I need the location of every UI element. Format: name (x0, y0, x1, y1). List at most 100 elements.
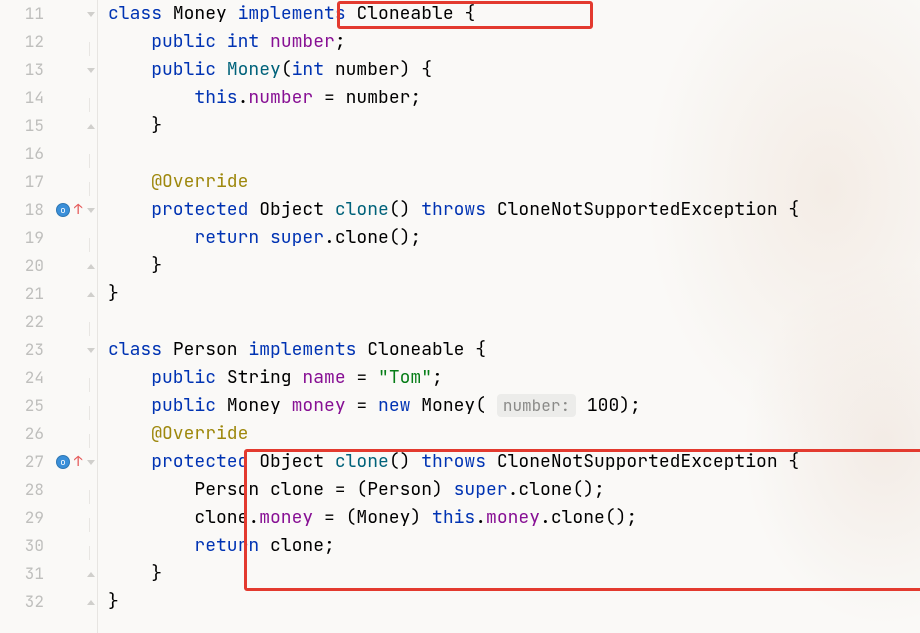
code-line[interactable] (108, 308, 920, 336)
fold-marker[interactable] (87, 112, 95, 140)
code-token: number) { (335, 58, 432, 81)
code-token: = (346, 394, 378, 417)
code-token: () (389, 198, 421, 221)
parameter-hint: number: (497, 394, 576, 417)
line-number: 26 (0, 420, 44, 448)
code-line[interactable]: public String name = "Tom"; (108, 364, 920, 392)
line-number: 29 (0, 504, 44, 532)
code-line[interactable]: } (108, 252, 920, 280)
code-line[interactable]: @Override (108, 168, 920, 196)
fold-marker[interactable] (87, 196, 95, 224)
code-token (108, 394, 151, 417)
code-line[interactable]: } (108, 560, 920, 588)
gutter-row: 25 (0, 392, 97, 420)
code-token: money (486, 506, 540, 529)
code-line[interactable]: this.number = number; (108, 84, 920, 112)
override-icon[interactable] (56, 203, 70, 217)
line-number: 17 (0, 168, 44, 196)
code-line[interactable]: public int number; (108, 28, 920, 56)
code-token: () (389, 450, 421, 473)
code-token: .clone(); (540, 506, 637, 529)
override-up-arrow-icon: ↑ (74, 448, 82, 476)
line-number: 12 (0, 28, 44, 56)
gutter: 1112131415161718↑192021222324252627↑2829… (0, 0, 98, 633)
code-token (108, 198, 151, 221)
code-line[interactable]: Person clone = (Person) super.clone(); (108, 476, 920, 504)
code-line[interactable]: protected Object clone() throws CloneNot… (108, 196, 920, 224)
fold-marker[interactable] (87, 336, 95, 364)
gutter-marks: ↑ (44, 448, 88, 476)
code-area[interactable]: class Money implements Cloneable { publi… (98, 0, 920, 633)
fold-marker[interactable] (87, 56, 95, 84)
code-token: Person (173, 338, 249, 361)
line-number: 14 (0, 84, 44, 112)
code-line[interactable]: class Person implements Cloneable { (108, 336, 920, 364)
gutter-row: 16 (0, 140, 97, 168)
gutter-row: 14 (0, 84, 97, 112)
code-line[interactable] (108, 140, 920, 168)
gutter-row: 31 (0, 560, 97, 588)
code-token: CloneNotSupportedException { (497, 450, 799, 473)
code-token: clone (335, 450, 389, 473)
code-line[interactable]: @Override (108, 420, 920, 448)
gutter-row: 17 (0, 168, 97, 196)
code-token: String (227, 366, 303, 389)
code-line[interactable]: public Money money = new Money( number: … (108, 392, 920, 420)
code-token (108, 450, 151, 473)
line-number: 11 (0, 0, 44, 28)
fold-marker[interactable] (87, 0, 95, 28)
gutter-row: 18↑ (0, 196, 97, 224)
code-token: throws (421, 450, 497, 473)
code-token: = (Money) (313, 506, 432, 529)
code-token (108, 422, 151, 445)
code-line[interactable]: } (108, 588, 920, 616)
code-token: = (346, 366, 378, 389)
code-token: Person clone = (Person) (108, 478, 454, 501)
code-token: CloneNotSupportedException { (497, 198, 799, 221)
line-number: 32 (0, 588, 44, 616)
code-token: implements (248, 338, 367, 361)
gutter-row: 32 (0, 588, 97, 616)
code-token (108, 30, 151, 53)
code-token: ; (335, 30, 346, 53)
gutter-row: 15 (0, 112, 97, 140)
line-number: 22 (0, 308, 44, 336)
gutter-row: 23 (0, 336, 97, 364)
code-token: money (259, 506, 313, 529)
code-token: implements (238, 2, 357, 25)
code-token: super (454, 478, 508, 501)
override-icon[interactable] (56, 455, 70, 469)
fold-marker[interactable] (87, 560, 95, 588)
code-line[interactable]: public Money(int number) { (108, 56, 920, 84)
fold-marker[interactable] (87, 280, 95, 308)
line-number: 13 (0, 56, 44, 84)
code-line[interactable]: class Money implements Cloneable { (108, 0, 920, 28)
code-token: } (108, 562, 162, 585)
fold-marker[interactable] (87, 588, 95, 616)
code-line[interactable]: } (108, 112, 920, 140)
gutter-row: 26 (0, 420, 97, 448)
code-token: public (151, 366, 227, 389)
gutter-row: 28 (0, 476, 97, 504)
code-editor[interactable]: 1112131415161718↑192021222324252627↑2829… (0, 0, 920, 633)
code-token: public int (151, 30, 270, 53)
line-number: 20 (0, 252, 44, 280)
code-line[interactable]: clone.money = (Money) this.money.clone()… (108, 504, 920, 532)
code-line[interactable]: } (108, 280, 920, 308)
code-token: clone; (270, 534, 335, 557)
fold-marker[interactable] (87, 448, 95, 476)
gutter-row: 19 (0, 224, 97, 252)
code-token: .clone(); (324, 226, 421, 249)
gutter-row: 30 (0, 532, 97, 560)
code-token: ; (432, 366, 443, 389)
line-number: 19 (0, 224, 44, 252)
code-line[interactable]: return clone; (108, 532, 920, 560)
code-token: { (475, 338, 486, 361)
gutter-row: 22 (0, 308, 97, 336)
code-token (108, 534, 194, 557)
code-line[interactable]: return super.clone(); (108, 224, 920, 252)
fold-marker[interactable] (87, 252, 95, 280)
code-line[interactable]: protected Object clone() throws CloneNot… (108, 448, 920, 476)
gutter-row: 11 (0, 0, 97, 28)
code-token: Object (259, 198, 335, 221)
